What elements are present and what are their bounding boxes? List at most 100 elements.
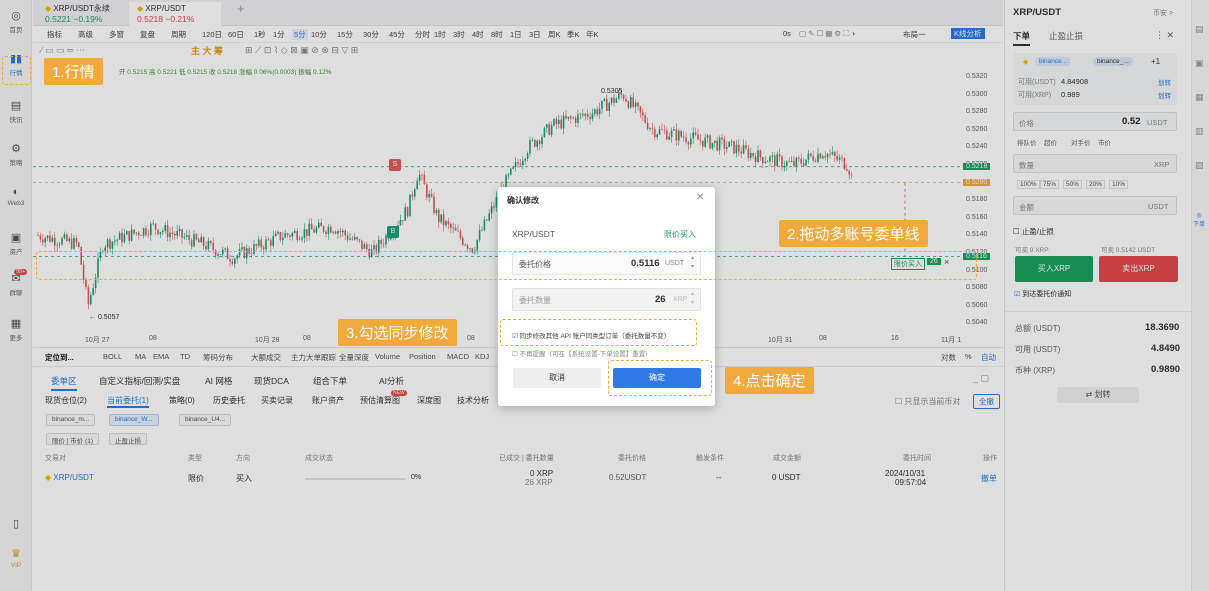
price-type-2[interactable]: 对手价: [1071, 137, 1091, 147]
indicator-11[interactable]: MACD: [447, 352, 469, 361]
indicator-0[interactable]: 定位到...: [45, 352, 74, 363]
toolbar-item-1[interactable]: 高级: [78, 29, 93, 40]
transfer-link-2[interactable]: 划转: [1158, 90, 1171, 100]
account-chip-2[interactable]: binance_U4...: [179, 414, 232, 426]
percent-3[interactable]: 20%: [1086, 180, 1106, 189]
bottom-tab-5[interactable]: AI分析: [379, 375, 404, 389]
rail-order-icon[interactable]: ◎ 下单: [1193, 212, 1205, 228]
nav-item-0[interactable]: ◎ 首页: [0, 10, 32, 34]
sell-button[interactable]: 卖出XRP: [1099, 256, 1178, 282]
sub-tab-5[interactable]: 账户资产: [312, 395, 344, 406]
axis-mode-1[interactable]: %: [965, 352, 972, 361]
toolbar-item-3[interactable]: 复盘: [140, 29, 155, 40]
kline-analysis-button[interactable]: K线分析: [951, 28, 985, 39]
cancel-order-link[interactable]: 撤单: [981, 473, 997, 484]
indicator-7[interactable]: 主力大单跟踪: [291, 352, 336, 363]
sub-tab-7[interactable]: 深度图: [417, 395, 441, 406]
toolbar-item-22[interactable]: 季K: [567, 29, 580, 40]
axis-mode-2[interactable]: 自动: [981, 352, 996, 363]
toolbar-item-20[interactable]: 3日: [529, 29, 541, 40]
toolbar-item-2[interactable]: 多窗: [109, 29, 124, 40]
indicator-5[interactable]: 筹码分布: [203, 352, 233, 363]
sub-tab-4[interactable]: 买卖记录: [261, 395, 293, 406]
nav-item-3[interactable]: ⚙ 策略: [0, 143, 32, 167]
filter-chip-0[interactable]: 限价 | 市价 (1): [46, 433, 100, 445]
percent-4[interactable]: 10%: [1109, 180, 1129, 189]
toolbar-item-18[interactable]: 8时: [491, 29, 503, 40]
indicator-6[interactable]: 大额成交: [251, 352, 281, 363]
tab-place-order[interactable]: 下单: [1013, 30, 1031, 46]
vip-item[interactable]: ♛ VIP: [0, 548, 32, 569]
transfer-button[interactable]: ⇄ 划转: [1057, 387, 1139, 403]
percent-2[interactable]: 50%: [1063, 180, 1083, 189]
price-type-1[interactable]: 超价: [1044, 137, 1057, 147]
toolbar-item-21[interactable]: 周K: [548, 29, 561, 40]
price-type-3[interactable]: 市价: [1098, 137, 1111, 147]
toolbar-item-7[interactable]: 1秒: [254, 29, 266, 40]
cancel-all-button[interactable]: 全撤: [973, 394, 1000, 409]
sub-tab-3[interactable]: 历史委托: [213, 395, 245, 406]
toolbar-item-19[interactable]: 1日: [510, 29, 522, 40]
misc-draw-icons[interactable]: ⊞ ⟋ ⊡ ⌇ ◇ ⊠ ▣ ⊘ ⊗ ⊟ ▽ ⊞: [245, 45, 358, 56]
toolbar-item-16[interactable]: 3时: [453, 29, 465, 40]
transfer-link[interactable]: 划转: [1158, 77, 1171, 87]
toolbar-item-8[interactable]: 1分: [273, 29, 285, 40]
sub-tab-6[interactable]: 预估清算图: [360, 395, 400, 406]
toolbar-icons[interactable]: ▢ ✎ ☐ ▦ ⚙ ⛶ ◑: [799, 29, 855, 39]
nav-item-6[interactable]: ✉ 群聊 99+: [0, 269, 32, 297]
nav-item-7[interactable]: ▦ 更多: [0, 318, 32, 342]
account-chip-0[interactable]: binance_m...: [46, 414, 96, 426]
rail-icons[interactable]: ▤ ▣ ▦ ▥ ▧: [1195, 12, 1204, 182]
sub-tab-8[interactable]: 技术分析: [457, 395, 489, 406]
indicator-10[interactable]: Position: [409, 352, 436, 361]
only-current-checkbox[interactable]: ☐ 只显示当前币对: [895, 396, 960, 407]
toolbar-item-12[interactable]: 30分: [363, 29, 379, 40]
toolbar-item-0[interactable]: 指标: [47, 29, 62, 40]
no-remind-checkbox[interactable]: ☐ 不再提醒（可在【系统设置-下单设置】重置）: [512, 348, 652, 358]
account-more[interactable]: +1: [1151, 57, 1160, 66]
percent-0[interactable]: 100%: [1017, 180, 1040, 189]
indicator-3[interactable]: EMA: [153, 352, 169, 361]
phone-icon[interactable]: ▯: [0, 518, 32, 532]
toolbar-item-4[interactable]: 周期: [171, 29, 186, 40]
pair-tab-perp[interactable]: ◆ XRP/USDT永续 0.5221 −0.19%: [37, 2, 118, 26]
panel-controls[interactable]: _ ▢: [973, 373, 989, 384]
nav-item-4[interactable]: ◐ Web3: [0, 186, 32, 207]
toolbar-item-15[interactable]: 1时: [434, 29, 446, 40]
price-input[interactable]: 价格 0.52 USDT: [1013, 112, 1177, 131]
close-icon[interactable]: ✕: [696, 192, 704, 203]
toolbar-item-23[interactable]: 年K: [586, 29, 599, 40]
toolbar-item-13[interactable]: 45分: [389, 29, 405, 40]
buy-button[interactable]: 买入XRP: [1015, 256, 1093, 282]
indicator-1[interactable]: BOLL: [103, 352, 122, 361]
indicator-8[interactable]: 全量深度: [339, 352, 369, 363]
bottom-tab-3[interactable]: 现货DCA: [254, 375, 289, 389]
sub-tab-0[interactable]: 现货仓位(2): [45, 395, 87, 406]
tpsl-checkbox[interactable]: ☐ 止盈/止损: [1013, 226, 1054, 237]
toolbar-item-14[interactable]: 分时: [415, 29, 430, 40]
cancel-button[interactable]: 取消: [513, 368, 601, 388]
big-text-tools[interactable]: 主 大 筹: [191, 44, 223, 57]
toolbar-item-5[interactable]: 120日: [202, 29, 222, 40]
pair-tab-spot[interactable]: ◆ XRP/USDT 0.5218 −0.21%: [129, 2, 221, 26]
indicator-2[interactable]: MA: [135, 352, 146, 361]
notify-checkbox[interactable]: ☑ 到达委托价通知: [1014, 289, 1071, 299]
price-type-0[interactable]: 排队价: [1017, 137, 1037, 147]
qty-input[interactable]: 数量 XRP: [1013, 154, 1177, 173]
account-chip-1[interactable]: binance_W...: [109, 414, 159, 426]
draw-tools-icon[interactable]: ⁄ ▭ ▭ ═ ⋯: [41, 45, 85, 56]
bottom-tab-4[interactable]: 组合下单: [313, 375, 347, 389]
layout-dropdown[interactable]: 布局一: [903, 29, 926, 40]
bottom-tab-2[interactable]: AI 网格: [205, 375, 232, 389]
account-chip-2[interactable]: binance_...: [1093, 57, 1133, 66]
indicator-12[interactable]: KDJ: [475, 352, 489, 361]
pair-cell[interactable]: ◆ XRP/USDT: [45, 473, 94, 482]
indicator-9[interactable]: Volume: [375, 352, 400, 361]
amount-input[interactable]: 金额 USDT: [1013, 196, 1177, 215]
bottom-tab-0[interactable]: 委单区: [51, 375, 77, 391]
exchange-switch[interactable]: 币安 >: [1153, 8, 1173, 18]
account-chip-1[interactable]: binance...: [1035, 57, 1072, 66]
filter-chip-1[interactable]: 止盈止损: [109, 433, 147, 445]
toolbar-item-9[interactable]: 5分: [292, 29, 308, 40]
percent-1[interactable]: 75%: [1040, 180, 1060, 189]
